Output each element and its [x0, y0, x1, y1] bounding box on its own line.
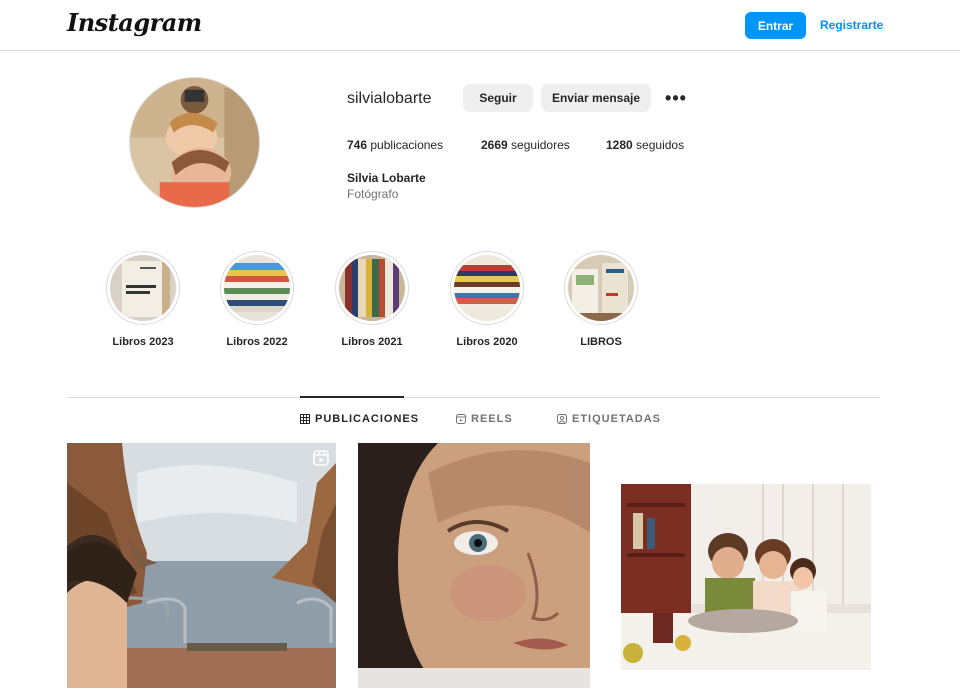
follow-button[interactable]: Seguir [463, 84, 533, 112]
highlight-ring [106, 251, 180, 325]
highlight-libros-2022[interactable]: Libros 2022 [212, 251, 302, 348]
followers-label: seguidores [511, 138, 570, 152]
highlight-cover [454, 255, 520, 321]
highlight-ring [564, 251, 638, 325]
tab-reels[interactable]: REELS [456, 413, 513, 425]
highlight-cover [568, 255, 634, 321]
highlight-libros-2023[interactable]: Libros 2023 [98, 251, 188, 348]
following-stat[interactable]: 1280 seguidos [606, 138, 684, 152]
highlight-ring [450, 251, 524, 325]
highlight-cover [110, 255, 176, 321]
tab-publicaciones[interactable]: PUBLICACIONES [300, 413, 419, 425]
posts-count: 746 [347, 138, 368, 152]
followers-count: 2669 [481, 138, 508, 152]
tab-etiquetadas[interactable]: ETIQUETADAS [557, 413, 661, 425]
highlight-libros-2020[interactable]: Libros 2020 [442, 251, 532, 348]
posts-stat: 746 publicaciones [347, 138, 443, 152]
tab-label: ETIQUETADAS [572, 413, 662, 425]
reels-icon [456, 414, 466, 424]
highlight-libros[interactable]: LIBROS [556, 251, 646, 348]
tagged-icon [557, 414, 567, 424]
highlight-ring [220, 251, 294, 325]
active-tab-indicator [300, 396, 404, 398]
login-button[interactable]: Entrar [745, 12, 806, 39]
highlight-ring [335, 251, 409, 325]
tabs-divider [67, 397, 880, 398]
instagram-logo[interactable]: Instagram [67, 8, 202, 37]
highlight-label: Libros 2021 [341, 336, 403, 348]
more-options-icon[interactable]: ••• [665, 88, 687, 108]
highlight-libros-2021[interactable]: Libros 2021 [327, 251, 417, 348]
following-label: seguidos [636, 138, 685, 152]
highlight-label: LIBROS [580, 336, 622, 348]
send-message-button[interactable]: Enviar mensaje [541, 84, 651, 112]
post-thumbnail[interactable] [613, 443, 880, 688]
tab-label: REELS [471, 413, 513, 425]
reel-indicator-icon [313, 450, 329, 466]
profile-category: Fotógrafo [347, 187, 399, 201]
highlight-label: Libros 2020 [456, 336, 518, 348]
signup-link[interactable]: Registrarte [820, 18, 883, 32]
top-navigation-bar: Instagram Entrar Registrarte [0, 0, 960, 51]
profile-full-name: Silvia Lobarte [347, 171, 426, 185]
profile-avatar[interactable] [129, 77, 260, 208]
highlight-label: Libros 2022 [226, 336, 288, 348]
followers-stat[interactable]: 2669 seguidores [481, 138, 570, 152]
highlight-cover [339, 255, 405, 321]
tab-label: PUBLICACIONES [315, 413, 420, 425]
post-thumbnail[interactable] [358, 443, 590, 688]
highlight-label: Libros 2023 [112, 336, 174, 348]
highlight-cover [224, 255, 290, 321]
following-count: 1280 [606, 138, 633, 152]
post-thumbnail[interactable] [67, 443, 336, 688]
profile-username: silvialobarte [347, 90, 432, 107]
grid-icon [300, 414, 310, 424]
posts-label: publicaciones [370, 138, 444, 152]
